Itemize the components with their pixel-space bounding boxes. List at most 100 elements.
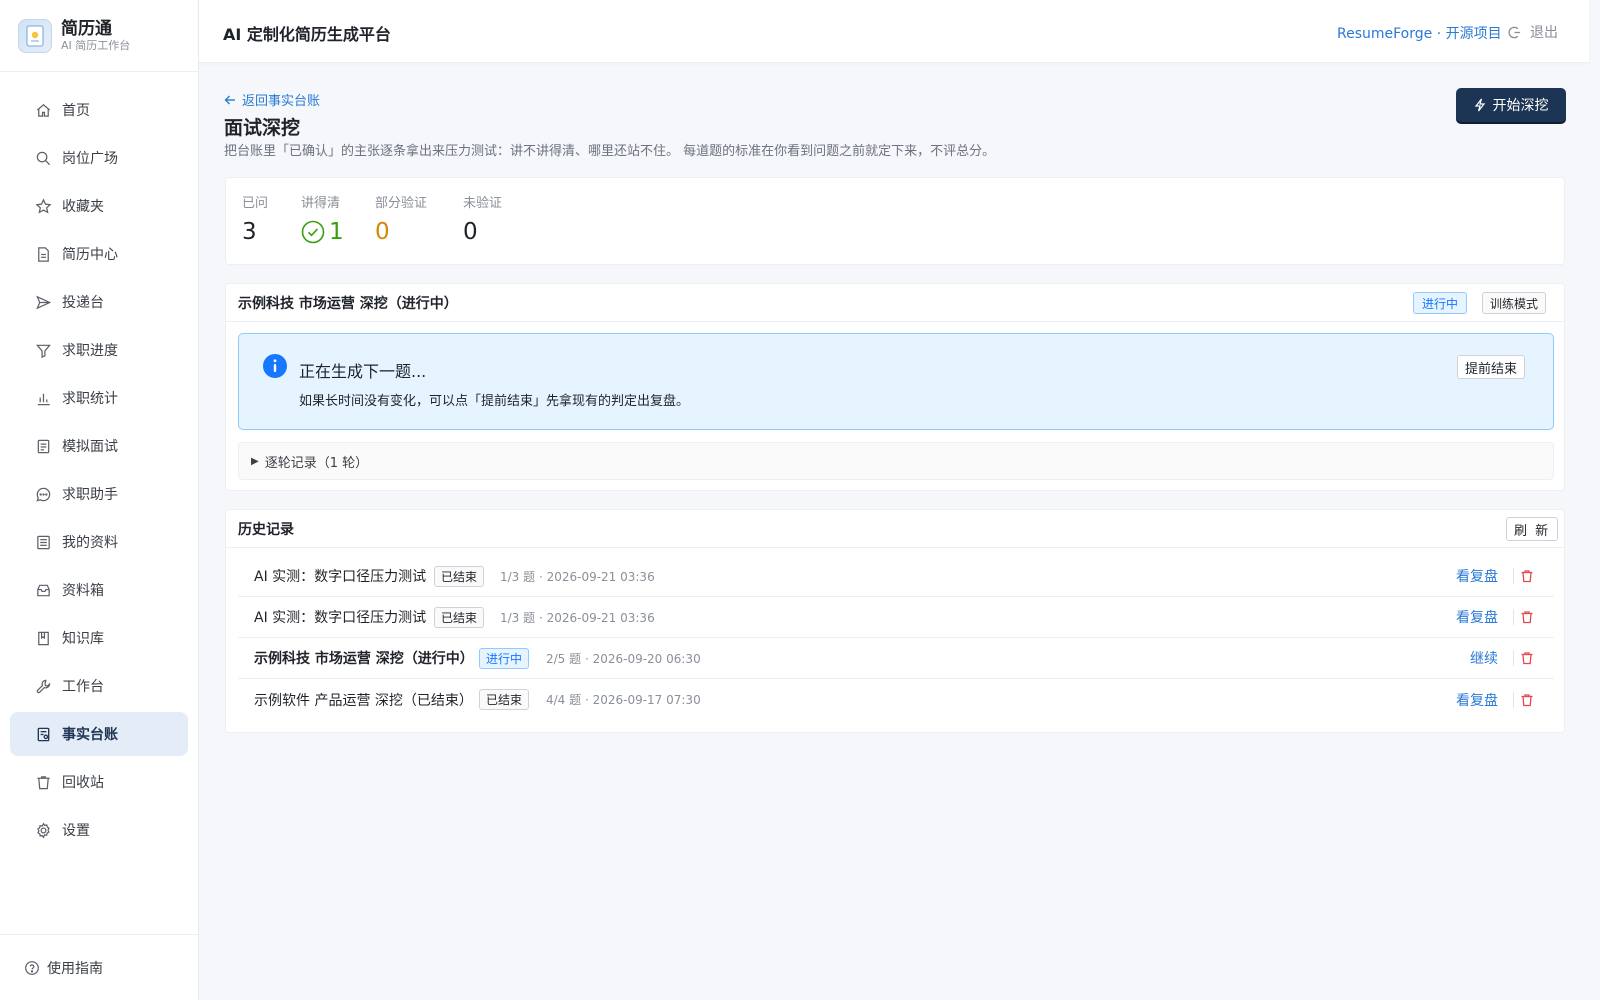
sidebar-item-label: 我的资料 [62,535,118,551]
delete-icon[interactable] [1520,693,1534,707]
history-row: AI 实测：数字口径压力测试 已结束 1/3 题 · 2026-09-21 03… [238,597,1554,638]
continue-link[interactable]: 继续 [1470,648,1498,668]
view-review-link[interactable]: 看复盘 [1456,566,1498,586]
session-title: 示例科技 市场运营 深挖（进行中） [238,295,458,312]
open-source-link[interactable]: ResumeForge · 开源项目 [1337,23,1502,43]
row-divider [1513,691,1514,708]
bar-chart-icon [34,389,52,407]
sidebar-item-fact-ledger[interactable]: 事实台账 [10,712,188,756]
delete-icon[interactable] [1520,569,1534,583]
sidebar-item-favorites[interactable]: 收藏夹 [10,184,188,228]
stat-clear: 讲得清 1 [301,192,344,245]
profile-list-icon [34,533,52,551]
refresh-button[interactable]: 刷 新 [1506,517,1559,541]
sidebar-item-label: 工作台 [62,679,104,695]
history-row: 示例软件 产品运营 深挖（已结束） 已结束 4/4 题 · 2026-09-17… [238,679,1554,720]
generating-alert: 正在生成下一题... 如果长时间没有变化，可以点「提前结束」先拿现有的判定出复盘… [238,333,1554,430]
stats-card: 已问 3 讲得清 1 部分验证 0 未验证 0 [225,177,1565,265]
history-row: 示例科技 市场运营 深挖（进行中） 进行中 2/5 题 · 2026-09-20… [238,638,1554,679]
sidebar-item-label: 知识库 [62,631,104,647]
row-meta: 1/3 题 · 2026-09-21 03:36 [500,569,655,584]
sidebar-item-job-square[interactable]: 岗位广场 [10,136,188,180]
back-label: 返回事实台账 [242,94,321,109]
sidebar-item-label: 首页 [62,103,90,119]
sidebar-item-materials-box[interactable]: 资料箱 [10,568,188,612]
sidebar-item-label: 事实台账 [62,727,118,743]
send-icon [34,293,52,311]
row-status-badge: 已结束 [479,689,530,710]
row-status-badge: 已结束 [434,565,485,587]
funnel-icon [34,341,52,359]
gear-icon [34,821,52,839]
round-records-collapse[interactable]: ▶ 逐轮记录（1 轮） [238,442,1554,480]
session-header: 示例科技 市场运营 深挖（进行中） 进行中 训练模式 [226,284,1564,322]
sidebar-item-settings[interactable]: 设置 [10,808,188,852]
stat-value: 1 [329,219,344,245]
delete-icon[interactable] [1520,610,1534,624]
sidebar-item-label: 收藏夹 [62,199,104,215]
logout-icon [1507,25,1522,40]
stat-value: 0 [463,219,478,245]
delete-icon[interactable] [1520,651,1534,665]
page-description: 把台账里「已确认」的主张逐条拿出来压力测试：讲不讲得清、哪里还站不住。 每道题的… [224,144,996,159]
book-icon [34,629,52,647]
inbox-icon [34,581,52,599]
view-review-link[interactable]: 看复盘 [1456,607,1498,627]
caret-right-icon: ▶ [251,455,259,467]
alert-text: 如果长时间没有变化，可以点「提前结束」先拿现有的判定出复盘。 [299,394,690,409]
row-status-badge: 进行中 [479,647,530,669]
check-circle-icon [301,220,325,244]
search-icon [34,149,52,167]
sidebar-item-label: 求职进度 [62,343,118,359]
sidebar-item-home[interactable]: 首页 [10,88,188,132]
top-header: AI 定制化简历生成平台 ResumeForge · 开源项目 退出 [199,0,1589,63]
sidebar-item-delivery[interactable]: 投递台 [10,280,188,324]
wrench-icon [34,677,52,695]
row-meta: 4/4 题 · 2026-09-17 07:30 [546,693,701,707]
sidebar-item-mock-interview[interactable]: 模拟面试 [10,424,188,468]
sidebar-item-my-profile[interactable]: 我的资料 [10,520,188,564]
sidebar-item-knowledge-base[interactable]: 知识库 [10,616,188,660]
sidebar-nav: 首页 岗位广场 收藏夹 简历中心 投递台 求职进度 求职统计 模拟面试 求职助手… [0,72,198,852]
sidebar-item-progress[interactable]: 求职进度 [10,328,188,372]
history-card: 历史记录 刷 新 AI 实测：数字口径压力测试 已结束 1/3 题 · 2026… [225,509,1565,733]
sidebar-item-workbench[interactable]: 工作台 [10,664,188,708]
start-deep-dig-button[interactable]: 开始深挖 [1456,88,1566,122]
row-meta: 2/5 题 · 2026-09-20 06:30 [546,651,701,666]
logout-button[interactable]: 退出 [1507,22,1558,42]
back-to-ledger-link[interactable]: 返回事实台账 [224,90,320,109]
stat-label: 已问 [242,196,269,211]
row-status-badge: 已结束 [434,606,485,628]
sidebar-item-label: 回收站 [62,775,104,791]
clipboard-icon [34,437,52,455]
arrow-left-icon [224,94,236,106]
chat-icon [34,485,52,503]
sidebar-item-label: 设置 [62,823,90,839]
page-title: 面试深挖 [224,117,301,139]
stat-asked: 已问 3 [242,192,268,245]
logout-label: 退出 [1530,25,1558,41]
row-title: AI 实测：数字口径压力测试 [254,610,427,626]
row-title: 示例科技 市场运营 深挖（进行中） [254,651,474,667]
user-guide-link[interactable]: 使用指南 [0,934,198,1000]
sidebar-item-label: 投递台 [62,295,104,311]
mode-badge: 训练模式 [1482,292,1547,314]
star-icon [34,197,52,215]
ledger-icon [34,725,52,743]
sidebar-item-recycle-bin[interactable]: 回收站 [10,760,188,804]
sidebar-item-assistant[interactable]: 求职助手 [10,472,188,516]
home-icon [34,101,52,119]
end-early-button[interactable]: 提前结束 [1457,355,1526,379]
stat-label: 部分验证 [375,196,428,211]
start-button-label: 开始深挖 [1492,98,1549,114]
stat-label: 讲得清 [301,196,341,211]
view-review-link[interactable]: 看复盘 [1456,690,1498,710]
brand[interactable]: 简历通 AI 简历工作台 [0,0,198,72]
sidebar-item-resume-center[interactable]: 简历中心 [10,232,188,276]
trash-icon [34,773,52,791]
collapse-label: 逐轮记录（1 轮） [264,455,369,471]
info-icon [263,354,287,378]
sidebar-item-statistics[interactable]: 求职统计 [10,376,188,420]
stat-value-wrap: 1 [301,219,344,245]
sidebar-item-label: 求职统计 [62,391,118,407]
